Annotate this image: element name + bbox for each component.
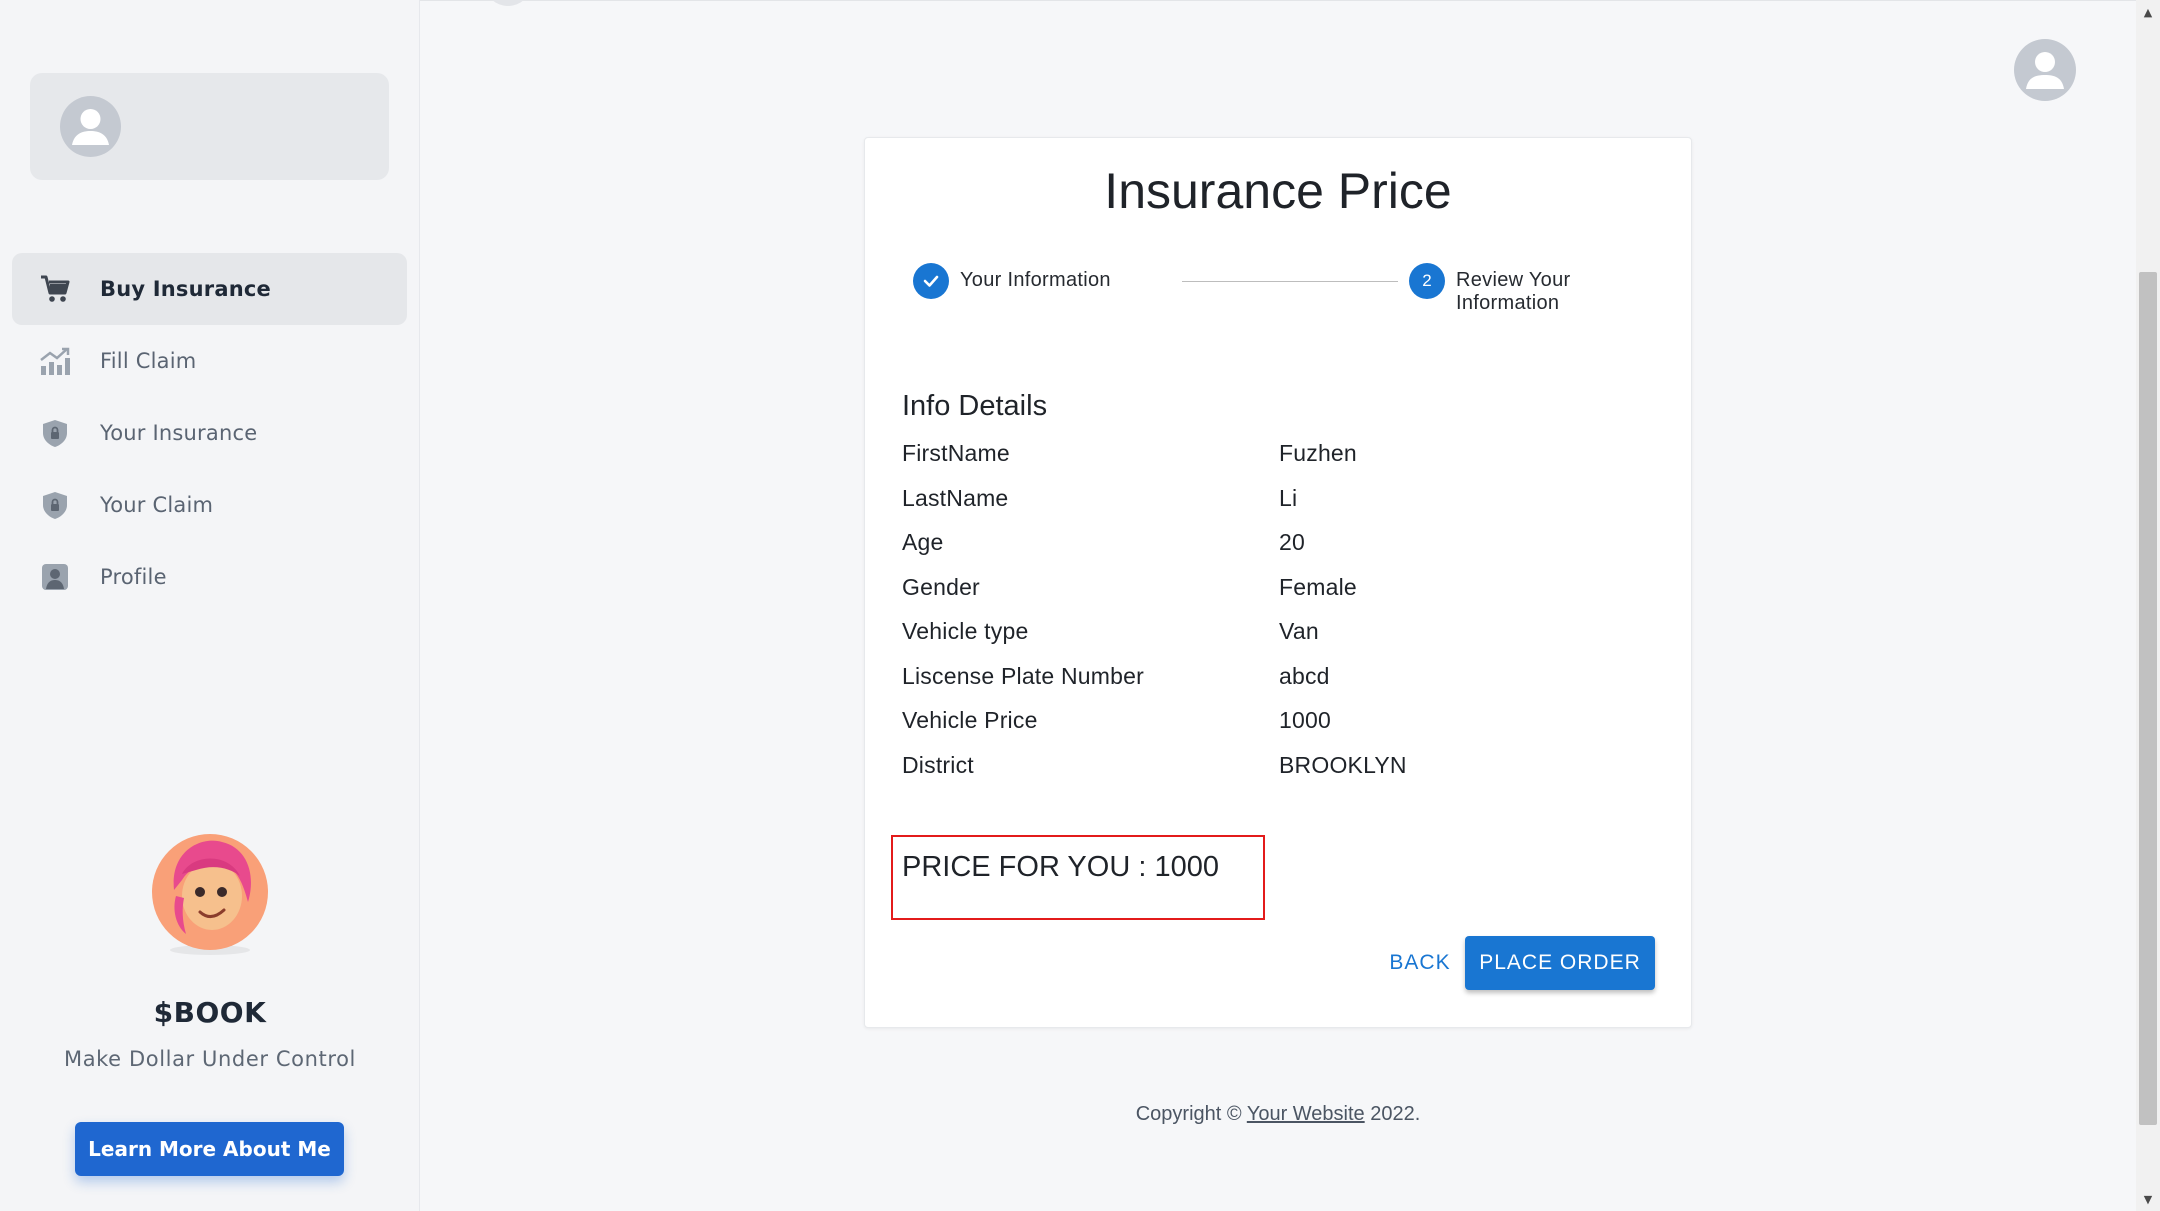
scroll-up-arrow-icon[interactable]: ▲ — [2136, 0, 2160, 24]
info-row: Vehicle type Van — [902, 618, 1662, 663]
info-value: 20 — [1279, 529, 1305, 555]
info-key: Vehicle type — [902, 618, 1029, 644]
sidebar-item-buy-insurance[interactable]: Buy Insurance — [12, 253, 407, 325]
profile-icon — [38, 560, 72, 594]
shield-lock-icon — [38, 416, 72, 450]
sidebar: Buy Insurance Fill Claim Your Insurance … — [0, 0, 420, 1211]
price-value: 1000 — [1154, 851, 1219, 883]
info-row: FirstName Fuzhen — [902, 440, 1662, 485]
info-key: Gender — [902, 573, 980, 600]
stepper: Your Information 2 Review Your Informati… — [913, 261, 1673, 314]
learn-more-button[interactable]: Learn More About Me — [75, 1122, 344, 1176]
info-value: Fuzhen — [1279, 440, 1357, 466]
info-row: Liscense Plate Number abcd — [902, 663, 1662, 708]
sidebar-item-label: Your Insurance — [100, 421, 258, 445]
back-button[interactable]: BACK — [1365, 936, 1475, 990]
info-row: Age 20 — [902, 529, 1662, 574]
info-details-heading: Info Details — [902, 390, 1048, 422]
shield-lock-icon — [38, 488, 72, 522]
sidebar-item-label: Your Claim — [100, 493, 214, 517]
account-avatar-button[interactable] — [2014, 39, 2076, 101]
promo-subtitle: Make Dollar Under Control — [63, 1047, 356, 1071]
info-key: Liscense Plate Number — [902, 662, 1144, 689]
footer-prefix: Copyright © — [1135, 1103, 1247, 1125]
scroll-down-arrow-icon[interactable]: ▼ — [2136, 1187, 2160, 1211]
info-row: Vehicle Price 1000 — [902, 707, 1662, 752]
step-label-your-information: Your Information — [960, 269, 1111, 291]
sidebar-item-label: Profile — [100, 565, 167, 589]
info-details-table: FirstName Fuzhen LastName Li Age 20 Gend… — [902, 440, 1662, 796]
sidebar-item-label: Buy Insurance — [100, 277, 271, 301]
info-row: Gender Female — [902, 574, 1662, 619]
info-value: 1000 — [1279, 707, 1331, 733]
mascot-illustration — [152, 830, 268, 956]
info-row: LastName Li — [902, 485, 1662, 530]
scrollbar-thumb[interactable] — [2139, 272, 2157, 1125]
promo-title: $BOOK — [153, 996, 267, 1029]
sidebar-item-your-claim[interactable]: Your Claim — [12, 469, 407, 541]
sidebar-item-profile[interactable]: Profile — [12, 541, 407, 613]
price-highlight-box: PRICE FOR YOU : 1000 — [891, 835, 1265, 920]
sidebar-item-your-insurance[interactable]: Your Insurance — [12, 397, 407, 469]
cart-icon — [38, 272, 72, 306]
place-order-button[interactable]: PLACE ORDER — [1465, 936, 1655, 990]
info-value: Li — [1279, 484, 1298, 511]
info-value: BROOKLYN — [1279, 751, 1407, 778]
promo-panel: $BOOK Make Dollar Under Control Learn Mo… — [0, 830, 420, 1176]
info-key: FirstName — [902, 440, 1010, 466]
insurance-price-card: Insurance Price Your Information 2 Revie… — [864, 137, 1692, 1028]
footer-suffix: 2022. — [1364, 1103, 1421, 1125]
price-label: PRICE FOR YOU : — [902, 851, 1155, 883]
step-completed-check-icon — [913, 263, 949, 299]
user-silhouette-icon — [72, 109, 109, 145]
info-key: Vehicle Price — [902, 707, 1038, 733]
background-watermark — [480, 0, 710, 47]
price-display: PRICE FOR YOU : 1000 — [902, 851, 1219, 884]
footer-website-link[interactable]: Your Website — [1247, 1103, 1365, 1125]
footer-copyright: Copyright © Your Website 2022. — [864, 1103, 1692, 1126]
avatar — [60, 96, 121, 157]
page-scrollbar[interactable]: ▲ ▼ — [2136, 0, 2160, 1211]
sidebar-item-label: Fill Claim — [100, 349, 197, 373]
step-number-badge: 2 — [1409, 263, 1445, 299]
info-value: Female — [1279, 573, 1357, 600]
user-silhouette-icon — [2026, 52, 2064, 89]
info-row: District BROOKLYN — [902, 752, 1662, 797]
step-connector — [1182, 281, 1398, 282]
info-key: Age — [902, 529, 944, 555]
info-key: LastName — [902, 484, 1009, 511]
step-label-review-information: Review Your Information — [1456, 269, 1571, 314]
sidebar-nav: Buy Insurance Fill Claim Your Insurance … — [12, 253, 407, 613]
chart-icon — [38, 344, 72, 378]
user-card[interactable] — [30, 73, 389, 180]
sidebar-item-fill-claim[interactable]: Fill Claim — [12, 325, 407, 397]
info-value: Van — [1279, 618, 1319, 644]
page-title: Insurance Price — [1104, 163, 1452, 219]
info-value: abcd — [1279, 662, 1330, 689]
info-key: District — [902, 751, 974, 778]
